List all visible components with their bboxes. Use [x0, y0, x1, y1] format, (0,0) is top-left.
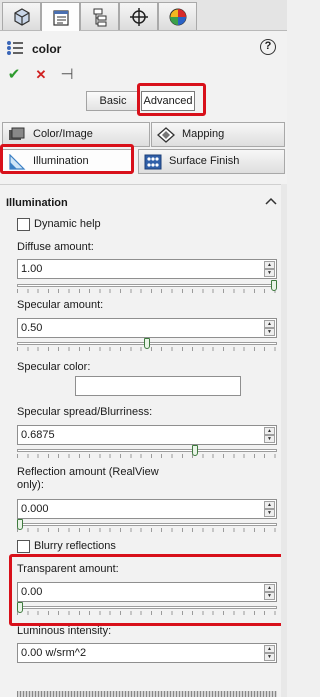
mapping-icon	[157, 127, 175, 143]
diffuse-amount-field[interactable]: 1.00 ▲ ▼	[17, 259, 277, 279]
appearances-tab[interactable]	[158, 2, 197, 30]
title-row: color ?	[6, 39, 276, 59]
action-buttons: ✔ ✕ ⊣	[6, 67, 86, 83]
specular-slider-thumb[interactable]	[144, 338, 150, 349]
transparent-slider[interactable]	[17, 602, 277, 616]
dynamic-help-label: Dynamic help	[34, 218, 101, 230]
reflection-label-line1: Reflection amount (RealView	[17, 466, 159, 478]
diffuse-slider[interactable]	[17, 280, 277, 294]
specular-color-swatch[interactable]	[75, 376, 241, 396]
tab-illumination[interactable]: Illumination	[2, 149, 132, 174]
luminous-label: Luminous intensity:	[17, 625, 112, 637]
transparent-label: Transparent amount:	[17, 563, 119, 575]
transparent-spinner[interactable]: ▲ ▼	[264, 584, 275, 600]
luminous-intensity-field[interactable]: 0.00 w/srm^2 ▲ ▼	[17, 643, 277, 663]
specular-label: Specular amount:	[17, 299, 104, 311]
diffuse-slider-thumb[interactable]	[271, 280, 277, 291]
luminous-slider-ticks[interactable]	[17, 691, 277, 697]
tab-surface-finish[interactable]: Surface Finish	[138, 149, 285, 174]
feature-manager-tab[interactable]	[2, 2, 41, 30]
reflection-amount-field[interactable]: 0.000 ▲ ▼	[17, 499, 277, 519]
illumination-icon	[9, 154, 26, 170]
property-manager-icon	[52, 9, 69, 26]
transparent-slider-thumb[interactable]	[17, 602, 23, 613]
section-heading: Illumination	[6, 197, 68, 209]
surface-finish-icon	[144, 154, 162, 170]
diffuse-label: Diffuse amount:	[17, 241, 94, 253]
panel-scrollbar[interactable]	[281, 184, 287, 697]
help-icon[interactable]: ?	[260, 39, 276, 55]
advanced-button[interactable]: Advanced	[141, 91, 195, 111]
illumination-section: Illumination Dynamic help Diffuse amount…	[0, 184, 287, 697]
blurry-reflections-checkbox[interactable]	[17, 540, 30, 553]
configuration-manager-icon	[93, 8, 106, 26]
collapse-caret-icon[interactable]	[265, 196, 277, 206]
feature-manager-icon	[13, 7, 30, 26]
reflection-spinner[interactable]: ▲ ▼	[264, 501, 275, 517]
property-manager-tab[interactable]	[41, 2, 80, 32]
specular-amount-field[interactable]: 0.50 ▲ ▼	[17, 318, 277, 338]
reflection-slider[interactable]	[17, 519, 277, 533]
dimxpert-manager-tab[interactable]	[119, 2, 158, 30]
spread-spinner[interactable]: ▲ ▼	[264, 427, 275, 443]
ok-check-icon[interactable]: ✔	[6, 67, 22, 83]
cancel-x-icon[interactable]: ✕	[33, 67, 49, 83]
spread-slider-thumb[interactable]	[192, 445, 198, 456]
specular-slider[interactable]	[17, 338, 277, 352]
basic-button[interactable]: Basic	[86, 91, 140, 111]
blurry-reflections-label: Blurry reflections	[34, 540, 116, 552]
diffuse-spinner[interactable]: ▲ ▼	[264, 261, 275, 277]
appearance-list-icon	[7, 41, 23, 55]
transparent-amount-field[interactable]: 0.00 ▲ ▼	[17, 582, 277, 602]
tab-mapping[interactable]: Mapping	[151, 122, 285, 147]
spread-slider[interactable]	[17, 445, 277, 459]
color-image-icon	[9, 127, 25, 140]
specular-spread-field[interactable]: 0.6875 ▲ ▼	[17, 425, 277, 445]
appearance-subtabs: Color/Image Mapping Illumination Surface…	[0, 122, 287, 176]
page-title: color	[32, 42, 62, 56]
pushpin-icon[interactable]: ⊣	[59, 67, 75, 83]
specular-color-label: Specular color:	[17, 361, 91, 373]
reflection-slider-thumb[interactable]	[17, 519, 23, 530]
dimxpert-manager-icon	[129, 7, 148, 26]
reflection-label-line2: only):	[17, 479, 44, 491]
manager-tab-strip	[0, 0, 287, 32]
configuration-manager-tab[interactable]	[80, 2, 119, 30]
specular-spread-label: Specular spread/Blurriness:	[17, 406, 153, 418]
tab-color-image[interactable]: Color/Image	[2, 122, 150, 147]
luminous-spinner[interactable]: ▲ ▼	[264, 645, 275, 661]
specular-spinner[interactable]: ▲ ▼	[264, 320, 275, 336]
dynamic-help-checkbox[interactable]	[17, 218, 30, 231]
property-manager-panel: color ? ✔ ✕ ⊣ Basic Advanced Color/Image…	[0, 31, 287, 697]
appearances-icon	[169, 8, 186, 25]
